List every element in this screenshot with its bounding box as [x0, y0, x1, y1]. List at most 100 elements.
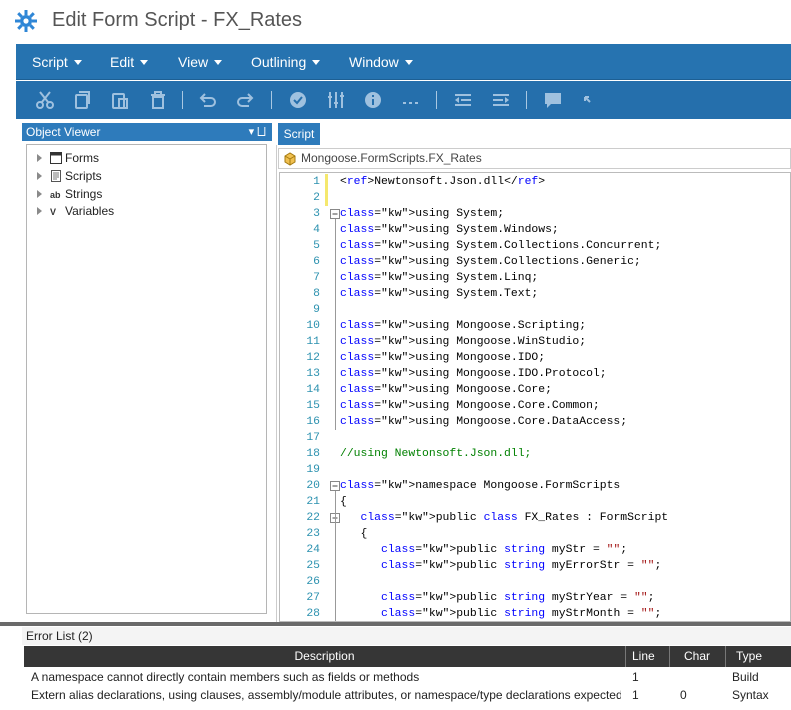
column-description[interactable]: Description — [24, 646, 625, 667]
code-line[interactable]: 8 class="kw">using System.Text; — [280, 286, 790, 302]
table-row[interactable]: A namespace cannot directly contain memb… — [24, 668, 791, 686]
code-line[interactable]: 15 class="kw">using Mongoose.Core.Common; — [280, 398, 790, 414]
tab-script[interactable]: Script — [278, 123, 320, 145]
tree-item-scripts[interactable]: Scripts — [37, 168, 102, 184]
error-list-column-headers: Description Line Char Type — [24, 646, 791, 667]
menu-view-label: View — [178, 54, 209, 70]
redo-icon[interactable] — [234, 89, 256, 111]
line-number: 2 — [313, 192, 320, 204]
menu-script[interactable]: Script — [32, 44, 82, 80]
tree-item-label: Scripts — [65, 169, 102, 183]
code-line[interactable]: 3 class="kw">using System; — [280, 206, 790, 222]
tree-item-label: Forms — [65, 151, 99, 165]
code-line[interactable]: 6 class="kw">using System.Collections.Gen… — [280, 254, 790, 270]
table-row[interactable]: Extern alias declarations, using clauses… — [24, 686, 791, 704]
code-text: class="kw">using System.Collections.Conc… — [340, 240, 662, 252]
code-line[interactable]: 13 class="kw">using Mongoose.IDO.Protocol… — [280, 366, 790, 382]
code-line[interactable]: 27 class="kw">public string myStrYear = … — [280, 590, 790, 606]
expand-arrow-icon[interactable] — [37, 189, 42, 198]
code-line[interactable]: 22 class="kw">public class FX_Rates : Fo… — [280, 510, 790, 526]
code-line[interactable]: 18 //using Newtonsoft.Json.dll; — [280, 446, 790, 462]
window-title: Edit Form Script - FX_Rates — [52, 9, 303, 31]
line-number: 18 — [306, 448, 320, 460]
code-text: { — [340, 528, 368, 540]
code-line[interactable]: 5 class="kw">using System.Collections.Con… — [280, 238, 790, 254]
cut-icon[interactable] — [34, 89, 56, 111]
uncomment-icon[interactable] — [579, 89, 601, 111]
code-line[interactable]: 12 class="kw">using Mongoose.IDO; — [280, 350, 790, 366]
code-line[interactable]: 24 class="kw">public string myStr = ""; — [280, 542, 790, 558]
code-text: class="kw">using Mongoose.Scripting; — [340, 320, 587, 332]
line-number: 11 — [306, 336, 320, 348]
expand-arrow-icon[interactable] — [37, 206, 42, 215]
line-number: 12 — [306, 352, 320, 364]
paste-icon[interactable] — [109, 89, 131, 111]
panel-splitter[interactable] — [0, 622, 791, 626]
line-number: 24 — [306, 544, 320, 556]
code-line[interactable]: 25 class="kw">public string myErrorStr =… — [280, 558, 790, 574]
indent-icon[interactable] — [490, 89, 512, 111]
code-line[interactable]: 9 — [280, 302, 790, 318]
column-char[interactable]: Char — [669, 646, 725, 667]
code-line[interactable]: 28 class="kw">public string myStrMonth =… — [280, 606, 790, 621]
undo-icon[interactable] — [197, 89, 219, 111]
breadcrumb[interactable]: Mongoose.FormScripts.FX_Rates — [278, 148, 791, 169]
line-number: 9 — [313, 304, 320, 316]
code-text: class="kw">using Mongoose.Core.Common; — [340, 400, 600, 412]
menu-window[interactable]: Window — [349, 44, 413, 80]
gear-icon — [15, 10, 37, 32]
error-line: 1 — [632, 688, 639, 702]
menu-outlining-label: Outlining — [251, 54, 307, 70]
code-line[interactable]: 23 { — [280, 526, 790, 542]
code-line[interactable]: 1 <ref>Newtonsoft.Json.dll</ref> — [280, 174, 790, 190]
code-text: class="kw">public string myErrorStr = ""… — [381, 560, 662, 572]
fold-guide — [335, 491, 336, 621]
fold-guide — [335, 219, 336, 430]
settings-sliders-icon[interactable] — [325, 89, 347, 111]
code-line[interactable]: 17 — [280, 430, 790, 446]
line-number: 1 — [313, 176, 320, 188]
code-line[interactable]: 16 class="kw">using Mongoose.Core.DataAcc… — [280, 414, 790, 430]
chevron-down-icon — [404, 59, 413, 65]
line-number: 27 — [306, 592, 320, 604]
comment-icon[interactable] — [542, 89, 564, 111]
column-type[interactable]: Type — [725, 646, 791, 667]
pin-icon[interactable]: ▾ ⨆ — [249, 123, 266, 141]
line-number: 15 — [306, 400, 320, 412]
ellipsis-icon[interactable] — [400, 89, 422, 111]
code-editor[interactable]: 1 <ref>Newtonsoft.Json.dll</ref> 2 3 class="… — [279, 172, 791, 622]
code-line[interactable]: 19 — [280, 462, 790, 478]
tree-item-variables[interactable]: V Variables — [37, 203, 114, 219]
menu-script-label: Script — [32, 54, 68, 70]
code-line[interactable]: 7 class="kw">using System.Linq; — [280, 270, 790, 286]
expand-arrow-icon[interactable] — [37, 171, 42, 180]
code-text: class="kw">using Mongoose.IDO; — [340, 352, 546, 364]
check-icon[interactable] — [287, 89, 309, 111]
tree-item-forms[interactable]: Forms — [37, 150, 99, 166]
menu-edit[interactable]: Edit — [110, 44, 149, 80]
code-line[interactable]: 11 class="kw">using Mongoose.WinStudio; — [280, 334, 790, 350]
line-number: 7 — [313, 272, 320, 284]
menu-view[interactable]: View — [178, 44, 223, 80]
code-line[interactable]: 4 class="kw">using System.Windows; — [280, 222, 790, 238]
info-icon[interactable] — [362, 89, 384, 111]
expand-arrow-icon[interactable] — [37, 153, 42, 162]
line-number: 6 — [313, 256, 320, 268]
code-text: class="kw">using System.Text; — [340, 288, 539, 300]
code-line[interactable]: 10 class="kw">using Mongoose.Scripting; — [280, 318, 790, 334]
code-line[interactable]: 20 class="kw">namespace Mongoose.FormScri… — [280, 478, 790, 494]
code-line[interactable]: 2 — [280, 190, 790, 206]
code-line[interactable]: 14 class="kw">using Mongoose.Core; — [280, 382, 790, 398]
class-icon — [284, 152, 296, 166]
delete-icon[interactable] — [147, 89, 169, 111]
tree-item-strings[interactable]: ab Strings — [37, 186, 102, 202]
line-number: 8 — [313, 288, 320, 300]
copy-icon[interactable] — [71, 89, 93, 111]
code-line[interactable]: 26 — [280, 574, 790, 590]
menu-outlining[interactable]: Outlining — [251, 44, 321, 80]
line-number: 22 — [306, 512, 320, 524]
column-line[interactable]: Line — [625, 646, 669, 667]
code-line[interactable]: 21 { — [280, 494, 790, 510]
outdent-icon[interactable] — [452, 89, 474, 111]
form-icon — [50, 151, 62, 164]
